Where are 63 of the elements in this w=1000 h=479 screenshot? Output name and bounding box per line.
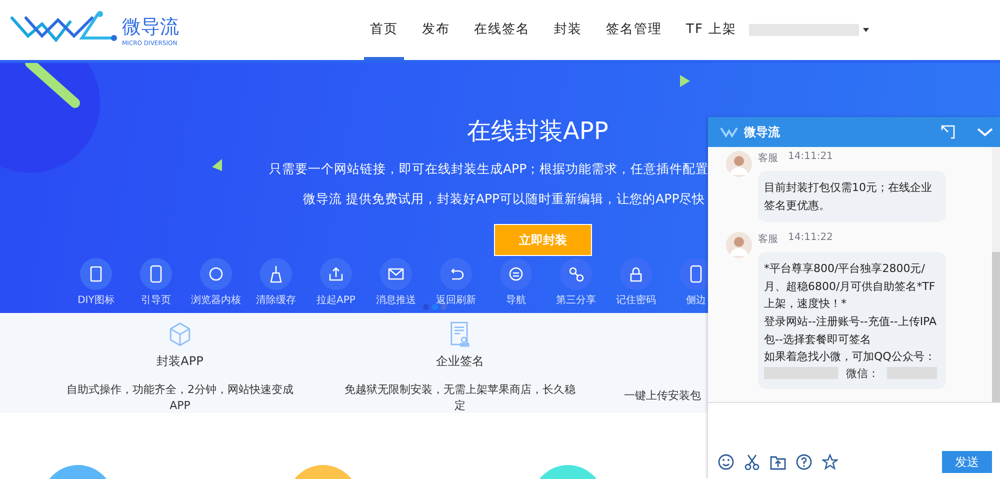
- collapse-icon[interactable]: [976, 127, 994, 137]
- avatar: [726, 151, 752, 177]
- service-text: 自助式操作，功能齐全，2分钟，网站快速变成APP: [66, 382, 294, 413]
- feature-label: 浏览器内核: [191, 295, 241, 307]
- nav-tab[interactable]: 在线签名: [468, 0, 536, 60]
- message-text: *平台尊享800/平台独享2800元/月、超稳6800/月可供自助签名*TF上架，速度快！*: [764, 261, 936, 312]
- blurred-text: [887, 367, 937, 380]
- message-text: 目前封装打包仅需10元；在线企业签名更优惠。: [764, 180, 933, 214]
- feature-label: 引导页: [141, 295, 171, 307]
- hero-title: 在线封装APP: [467, 116, 608, 147]
- expand-icon[interactable]: [940, 124, 956, 140]
- carousel-dots[interactable]: [423, 304, 447, 310]
- scrollbar[interactable]: [992, 147, 1000, 402]
- feature-icon[interactable]: [500, 258, 532, 290]
- message-time: 14:11:21: [788, 151, 833, 164]
- nav-tab[interactable]: 发布: [416, 0, 456, 60]
- folder-upload-icon[interactable]: [770, 454, 786, 470]
- logo-name: 微导流: [122, 14, 179, 40]
- triangle-shape: [212, 159, 222, 171]
- feature-label: 返回刷新: [436, 295, 476, 307]
- scissors-icon[interactable]: [744, 454, 760, 470]
- message-text: 微信：: [846, 366, 879, 381]
- logo-icon: [720, 126, 738, 138]
- hero-text: 微导流 提供免费试用，封装好APP可以随时重新编辑，让您的APP尽快: [303, 191, 706, 208]
- sender-name: 客服: [758, 152, 778, 165]
- feature-label: 记住密码: [616, 295, 656, 307]
- avatar: [726, 232, 752, 258]
- hero-text: 只需要一个网站链接，即可在线封装生成APP；根据功能需求，任意插件配置: [269, 161, 709, 178]
- feature-label: 第三分享: [556, 295, 596, 307]
- feature-label: 导航: [506, 295, 526, 307]
- chat-title: 微导流: [744, 124, 781, 140]
- feature-icon[interactable]: [260, 258, 292, 290]
- service-title: 企业签名: [436, 353, 484, 370]
- feature-icon[interactable]: [620, 258, 652, 290]
- feature-icon[interactable]: [140, 258, 172, 290]
- nav-tab[interactable]: 封装: [548, 0, 588, 60]
- feature-label: 清除缓存: [256, 295, 296, 307]
- service-text: 免越狱无限制安装，无需上架苹果商店，长久稳定: [344, 382, 576, 413]
- nav-tab[interactable]: 首页: [364, 0, 404, 60]
- nav-tab[interactable]: TF 上架: [680, 0, 743, 60]
- service-title: 封装APP: [156, 353, 204, 370]
- smiley-icon[interactable]: [718, 454, 734, 470]
- stripe-shape: [25, 63, 80, 108]
- feature-icon[interactable]: [80, 258, 112, 290]
- feature-label: 拉起APP: [316, 295, 356, 307]
- nav-tab[interactable]: 签名管理: [600, 0, 668, 60]
- feature-label: DIY图标: [78, 295, 114, 307]
- feature-label: 消息推送: [376, 295, 416, 307]
- caret-icon[interactable]: [862, 28, 869, 32]
- triangle-shape: [680, 75, 690, 87]
- feature-icon[interactable]: [380, 258, 412, 290]
- sender-name: 客服: [758, 232, 778, 246]
- help-icon[interactable]: [796, 454, 812, 470]
- service-text: 一键上传安装包: [624, 388, 702, 404]
- feature-icon[interactable]: [320, 258, 352, 290]
- feature-label: 侧边: [686, 295, 706, 307]
- feature-icon[interactable]: [200, 258, 232, 290]
- message-time: 14:11:22: [788, 232, 833, 246]
- star-icon[interactable]: [822, 454, 838, 470]
- feature-icon[interactable]: [440, 258, 472, 290]
- message-text: 如果着急找小微，可加QQ公众号：: [764, 349, 936, 366]
- message-text: 登录网站--注册账号--充值--上传IPA包--选择套餐即可签名: [764, 314, 938, 348]
- feature-icon[interactable]: [560, 258, 592, 290]
